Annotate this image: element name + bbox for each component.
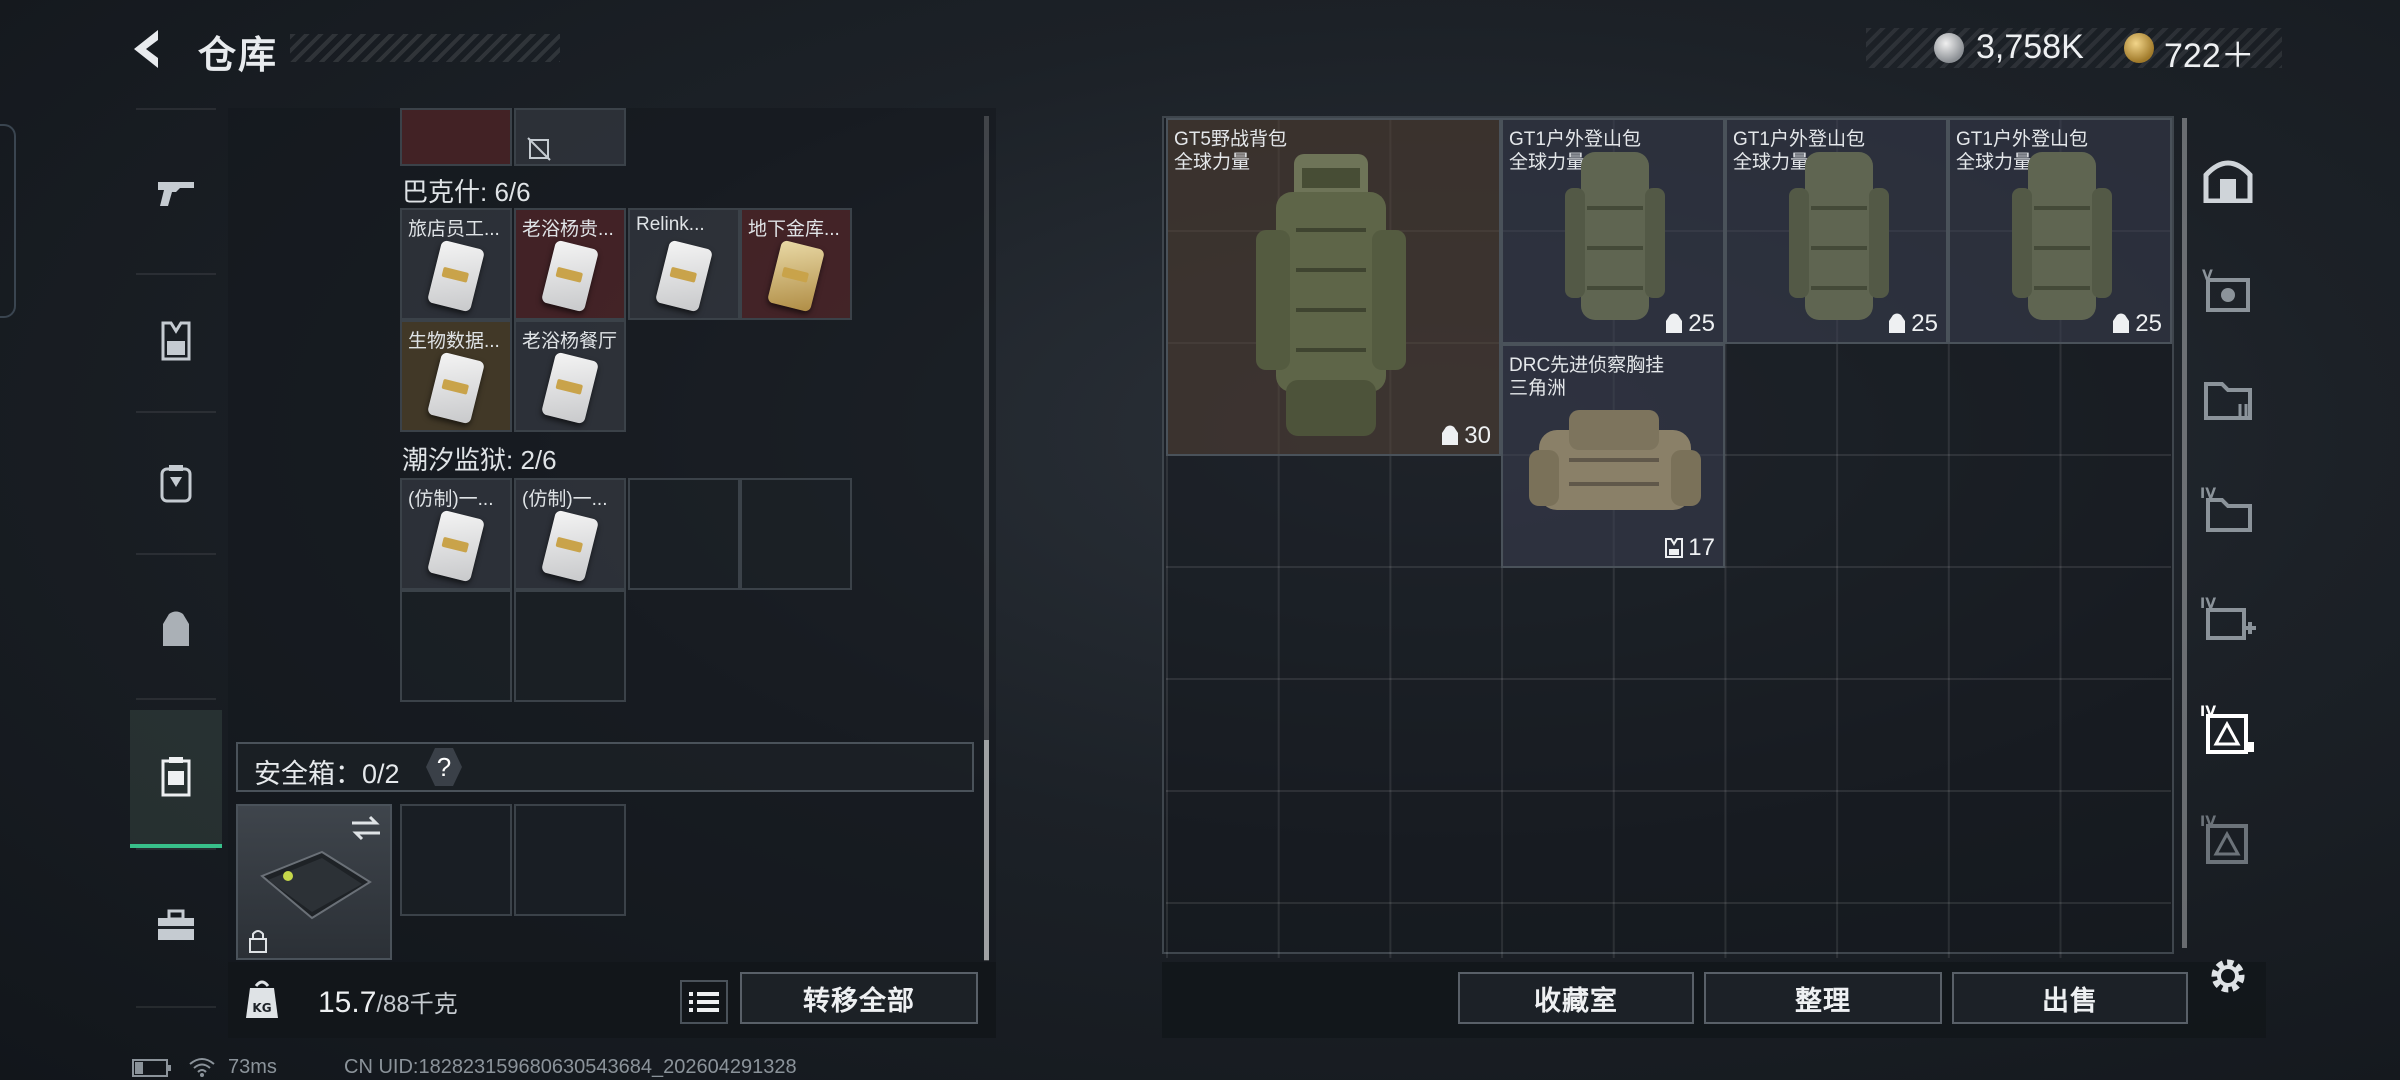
keycard-icon (540, 239, 600, 313)
safe-case-icon (161, 757, 191, 797)
section-label-bakesh: 巴克什: 6/6 (402, 177, 531, 207)
toolbox-icon (158, 909, 194, 940)
stash-item-drc-chest-rig[interactable]: DRC先进侦察胸挂 三角洲 17 (1501, 344, 1725, 568)
lock-icon (249, 930, 267, 953)
keycard-slot[interactable]: 老浴杨贵... (514, 208, 626, 320)
gear-icon[interactable] (2206, 954, 2250, 998)
gun-icon (158, 182, 194, 206)
chest-rig-icon (1665, 538, 1684, 558)
tab-stash-v[interactable]: V (2190, 234, 2266, 344)
keycard-icon (426, 239, 486, 313)
stash-iv-plus-icon: IV (2200, 596, 2256, 640)
keycard-slot[interactable]: (仿制)一... (400, 478, 512, 590)
chest-rig-icon (160, 465, 192, 503)
keycard-icon (540, 351, 600, 425)
tab-toolbox[interactable] (130, 860, 222, 990)
collection-room-button[interactable]: 收藏室 (1458, 972, 1694, 1024)
item-slot[interactable] (400, 108, 512, 166)
backpack-icon (163, 611, 189, 646)
tab-armor[interactable] (130, 276, 222, 406)
svg-text:KG: KG (252, 1001, 271, 1015)
weight-readout: 15.7/88千克 (318, 986, 458, 1019)
back-arrow-icon[interactable] (128, 26, 174, 72)
gt5-backpack-image (1256, 154, 1406, 436)
stash-scrollbar[interactable] (2182, 118, 2187, 948)
title-decoration (290, 34, 560, 62)
ping-readout: 73ms (228, 1056, 277, 1078)
stash-item-gt1-backpack[interactable]: GT1户外登山包 全球力量 25 (1948, 118, 2172, 344)
tab-stash-folder[interactable] (2190, 344, 2266, 454)
tab-stash-iv-frame2[interactable]: IV (2190, 784, 2266, 894)
tab-chest-rig[interactable] (130, 418, 222, 548)
keycard-icon (766, 239, 826, 313)
organize-button[interactable]: 整理 (1704, 972, 1942, 1024)
gt1-backpack-image (1789, 152, 1889, 320)
tab-weapons[interactable] (130, 128, 222, 258)
gold-currency-value[interactable]: 722＋ (2164, 28, 2255, 77)
backpack-icon (2113, 313, 2130, 333)
empty-slot[interactable] (400, 804, 512, 916)
page-title: 仓库 (198, 35, 279, 77)
all-stash-icon (2203, 160, 2253, 203)
stash-item-gt5-backpack[interactable]: GT5野战背包 全球力量 30 (1166, 118, 1501, 456)
empty-slot[interactable] (740, 478, 852, 590)
keycard-slot[interactable]: Relink... (628, 208, 740, 320)
empty-slot[interactable] (514, 804, 626, 916)
keycard-slot[interactable]: 生物数据... (400, 320, 512, 432)
list-icon (689, 992, 719, 1012)
tab-backpack[interactable] (130, 564, 222, 694)
transfer-all-button[interactable]: 转移全部 (740, 972, 978, 1024)
section-label-tide-prison: 潮汐监狱: 2/6 (402, 445, 557, 475)
side-drawer-handle[interactable] (0, 124, 16, 318)
tab-all-stash[interactable] (2190, 124, 2266, 234)
list-view-button[interactable] (680, 980, 728, 1024)
stash-iv-frame2-icon: IV (2200, 814, 2248, 864)
keycard-slot[interactable]: (仿制)一... (514, 478, 626, 590)
empty-slot[interactable] (514, 590, 626, 702)
keycard-icon (540, 509, 600, 583)
safe-case-image (260, 850, 372, 920)
item-slot[interactable] (514, 108, 626, 166)
uid-readout: CN UID:182823159680630543684_20260429132… (344, 1056, 797, 1078)
safe-box-label: 安全箱：0/2 (254, 759, 400, 789)
armor-vest-icon (161, 321, 191, 361)
keycard-slot[interactable]: 地下金库... (740, 208, 852, 320)
tab-safe-case[interactable] (130, 710, 222, 848)
tab-stash-iv-frame[interactable]: IV (2190, 674, 2266, 784)
weight-icon: KG (246, 980, 278, 1018)
keycard-slot[interactable]: 老浴杨餐厅 (514, 320, 626, 432)
inventory-scrollbar-thumb[interactable] (984, 740, 989, 960)
empty-slot[interactable] (400, 590, 512, 702)
battery-icon (132, 1059, 171, 1077)
gt1-backpack-image (2012, 152, 2112, 320)
swap-icon[interactable] (350, 814, 382, 842)
silver-coin-icon (1934, 33, 1964, 63)
stash-folder-icon (2204, 382, 2252, 420)
keycard-icon (426, 351, 486, 425)
stash-iv-frame-icon: IV (2200, 704, 2254, 754)
gt1-backpack-image (1565, 152, 1665, 320)
category-tabbar (130, 108, 222, 1008)
backpack-icon (1442, 425, 1459, 445)
stash-item-gt1-backpack[interactable]: GT1户外登山包 全球力量 25 (1725, 118, 1948, 344)
stash-item-gt1-backpack[interactable]: GT1户外登山包 全球力量 25 (1501, 118, 1725, 344)
stash-tabbar: V IV IV IV IV (2190, 108, 2266, 1038)
backpack-icon (1666, 313, 1683, 333)
silver-currency-value: 3,758K (1976, 28, 2084, 66)
tab-stash-iv-folder[interactable]: IV (2190, 454, 2266, 564)
tab-stash-iv-plus[interactable]: IV (2190, 564, 2266, 674)
keycard-slot[interactable]: 旅店员工... (400, 208, 512, 320)
wifi-icon (189, 1058, 215, 1077)
gold-coin-icon (2124, 33, 2154, 63)
empty-slot[interactable] (628, 478, 740, 590)
stash-v-icon: V (2202, 268, 2250, 312)
keycard-icon (654, 239, 714, 313)
no-entry-icon (527, 137, 551, 161)
chest-rig-image (1529, 410, 1701, 510)
stash-iv-folder-icon: IV (2200, 486, 2252, 532)
keycard-icon (426, 509, 486, 583)
sell-button[interactable]: 出售 (1952, 972, 2188, 1024)
backpack-icon (1889, 313, 1906, 333)
safe-box-item[interactable] (236, 804, 392, 960)
